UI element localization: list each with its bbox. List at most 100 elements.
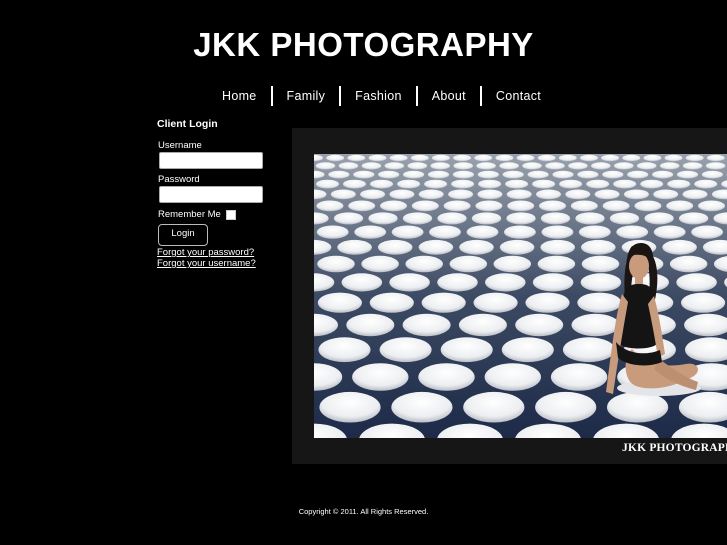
photo-disc — [552, 170, 574, 179]
photo-disc — [541, 225, 574, 239]
photo-disc — [565, 189, 591, 200]
photo-disc — [537, 255, 576, 273]
photo-disc — [431, 154, 450, 162]
photo-disc — [346, 313, 395, 337]
site-title: JKK PHOTOGRAPHY — [193, 26, 534, 63]
photo-disc — [559, 179, 583, 189]
photo-disc — [676, 273, 717, 292]
photo-disc — [466, 225, 499, 239]
photo-disc — [682, 189, 708, 200]
remember-me-checkbox[interactable] — [225, 210, 236, 220]
photo-disc — [443, 200, 471, 212]
photo-disc — [653, 189, 679, 200]
nav-item-family[interactable]: Family — [273, 86, 340, 106]
photo-disc — [378, 170, 400, 179]
password-field[interactable] — [159, 186, 263, 203]
photo-disc — [391, 391, 453, 423]
photo-disc — [616, 225, 649, 239]
photo-disc — [515, 313, 564, 337]
photo-disc — [602, 200, 630, 212]
photo-disc — [437, 273, 478, 292]
nav-item-contact[interactable]: Contact — [482, 86, 555, 106]
photo-disc — [475, 200, 503, 212]
photo-disc — [539, 200, 566, 212]
photo-disc — [316, 225, 349, 239]
photo-disc — [666, 200, 694, 212]
username-field[interactable] — [159, 152, 263, 169]
photo-disc — [609, 212, 640, 225]
photo-disc — [353, 170, 375, 179]
nav-item-about[interactable]: About — [418, 86, 480, 106]
photo-disc — [691, 225, 723, 239]
photo-disc — [575, 212, 605, 225]
photo-disc — [337, 239, 372, 255]
photo-disc — [421, 292, 466, 313]
photo-disc — [501, 337, 554, 363]
client-login-panel: Client Login Username Password Remember … — [157, 118, 287, 269]
footer-copyright: Copyright © 2011. All Rights Reserved. — [298, 507, 429, 516]
photo-disc — [315, 162, 336, 170]
photo-disc — [368, 154, 387, 162]
photo-disc — [338, 162, 359, 170]
photo-disc — [571, 313, 620, 337]
photo-disc — [550, 363, 608, 391]
photo-disc — [540, 239, 575, 255]
photo-disc — [317, 255, 355, 273]
photo-disc — [505, 179, 529, 189]
photo-disc — [391, 225, 424, 239]
nav-item-fashion[interactable]: Fashion — [341, 86, 416, 106]
photo-disc — [389, 189, 415, 200]
photo-disc — [397, 179, 421, 189]
photo-disc — [326, 154, 345, 162]
photo-disc — [634, 200, 662, 212]
photo-disc — [328, 170, 350, 179]
photo-disc — [437, 212, 467, 225]
photo-disc — [448, 189, 474, 200]
photo-disc — [402, 313, 451, 337]
nav-item-home[interactable]: Home — [208, 86, 271, 106]
photo-disc — [453, 162, 473, 170]
page: JKK PHOTOGRAPHY Home Family Fashion Abou… — [0, 0, 727, 545]
photo-disc — [662, 239, 697, 255]
photo-disc — [369, 292, 414, 313]
photo-disc — [640, 179, 664, 189]
photo-disc — [527, 170, 549, 179]
forgot-username-link[interactable]: Forgot your username? — [157, 258, 287, 269]
photo-disc — [580, 273, 622, 292]
photo-disc — [333, 212, 364, 225]
photo-disc — [659, 162, 680, 170]
photo-disc — [347, 154, 366, 162]
photo-disc — [402, 212, 433, 225]
photo-disc — [330, 189, 356, 200]
photo-disc — [586, 179, 610, 189]
photo-disc — [706, 154, 725, 162]
featured-photo[interactable] — [314, 154, 727, 438]
photo-disc — [348, 200, 376, 212]
forgot-password-link[interactable]: Forgot your password? — [157, 247, 287, 258]
photo-disc — [536, 189, 561, 200]
photo-disc — [540, 212, 571, 225]
photo-disc — [405, 255, 443, 273]
photo-disc — [535, 391, 597, 423]
photo-disc — [562, 337, 615, 363]
photo-disc — [525, 292, 570, 313]
photo-disc — [410, 154, 429, 162]
photo-disc — [449, 255, 488, 273]
photo-disc — [361, 255, 399, 273]
photo-watermark: JKK PHOTOGRAPHY — [622, 442, 727, 454]
photo-disc — [669, 255, 708, 273]
photo-disc — [478, 179, 502, 189]
photo-disc — [318, 337, 371, 363]
photo-disc — [580, 154, 598, 162]
photo-disc — [474, 154, 493, 162]
photo-disc — [614, 162, 634, 170]
photo-disc — [370, 179, 393, 189]
login-button[interactable]: Login — [158, 224, 208, 246]
photo-disc — [701, 170, 723, 179]
photo-disc — [506, 212, 536, 225]
photo-disc — [622, 154, 641, 162]
photo-disc — [581, 239, 616, 255]
photo-disc — [379, 337, 432, 363]
photo-disc — [613, 179, 637, 189]
photo-disc — [343, 179, 366, 189]
